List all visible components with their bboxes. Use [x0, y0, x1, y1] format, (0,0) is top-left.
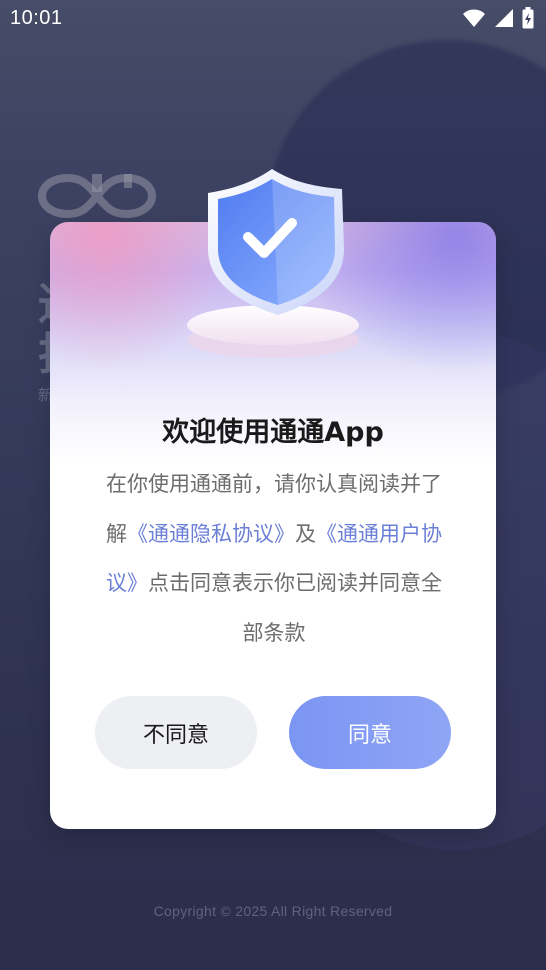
battery-charging-icon — [522, 7, 534, 29]
shield-check-icon — [187, 169, 359, 358]
signal-icon — [495, 9, 513, 27]
infinity-logo-icon — [38, 173, 156, 219]
app-screen: 通 护 新 10:01 — [0, 0, 546, 970]
dialog-title: 欢迎使用通通App — [162, 417, 384, 448]
body-conjunction: 及 — [295, 521, 316, 546]
copyright-text: Copyright © 2025 All Right Reserved — [153, 903, 393, 919]
status-bar: 10:01 — [0, 0, 546, 38]
agree-button[interactable]: 同意 — [289, 696, 451, 769]
dialog-body: 在你使用通通前，请你认真阅读并了解《通通隐私协议》及《通通用户协议》点击同意表示… — [96, 460, 452, 658]
disagree-button[interactable]: 不同意 — [95, 696, 257, 769]
status-time: 10:01 — [10, 7, 63, 29]
privacy-policy-link[interactable]: 《通通隐私协议》 — [127, 522, 295, 546]
status-icons — [462, 7, 534, 29]
body-text: 点击同意表示你已阅读并同意全部条款 — [148, 571, 442, 645]
wifi-icon — [463, 9, 485, 27]
